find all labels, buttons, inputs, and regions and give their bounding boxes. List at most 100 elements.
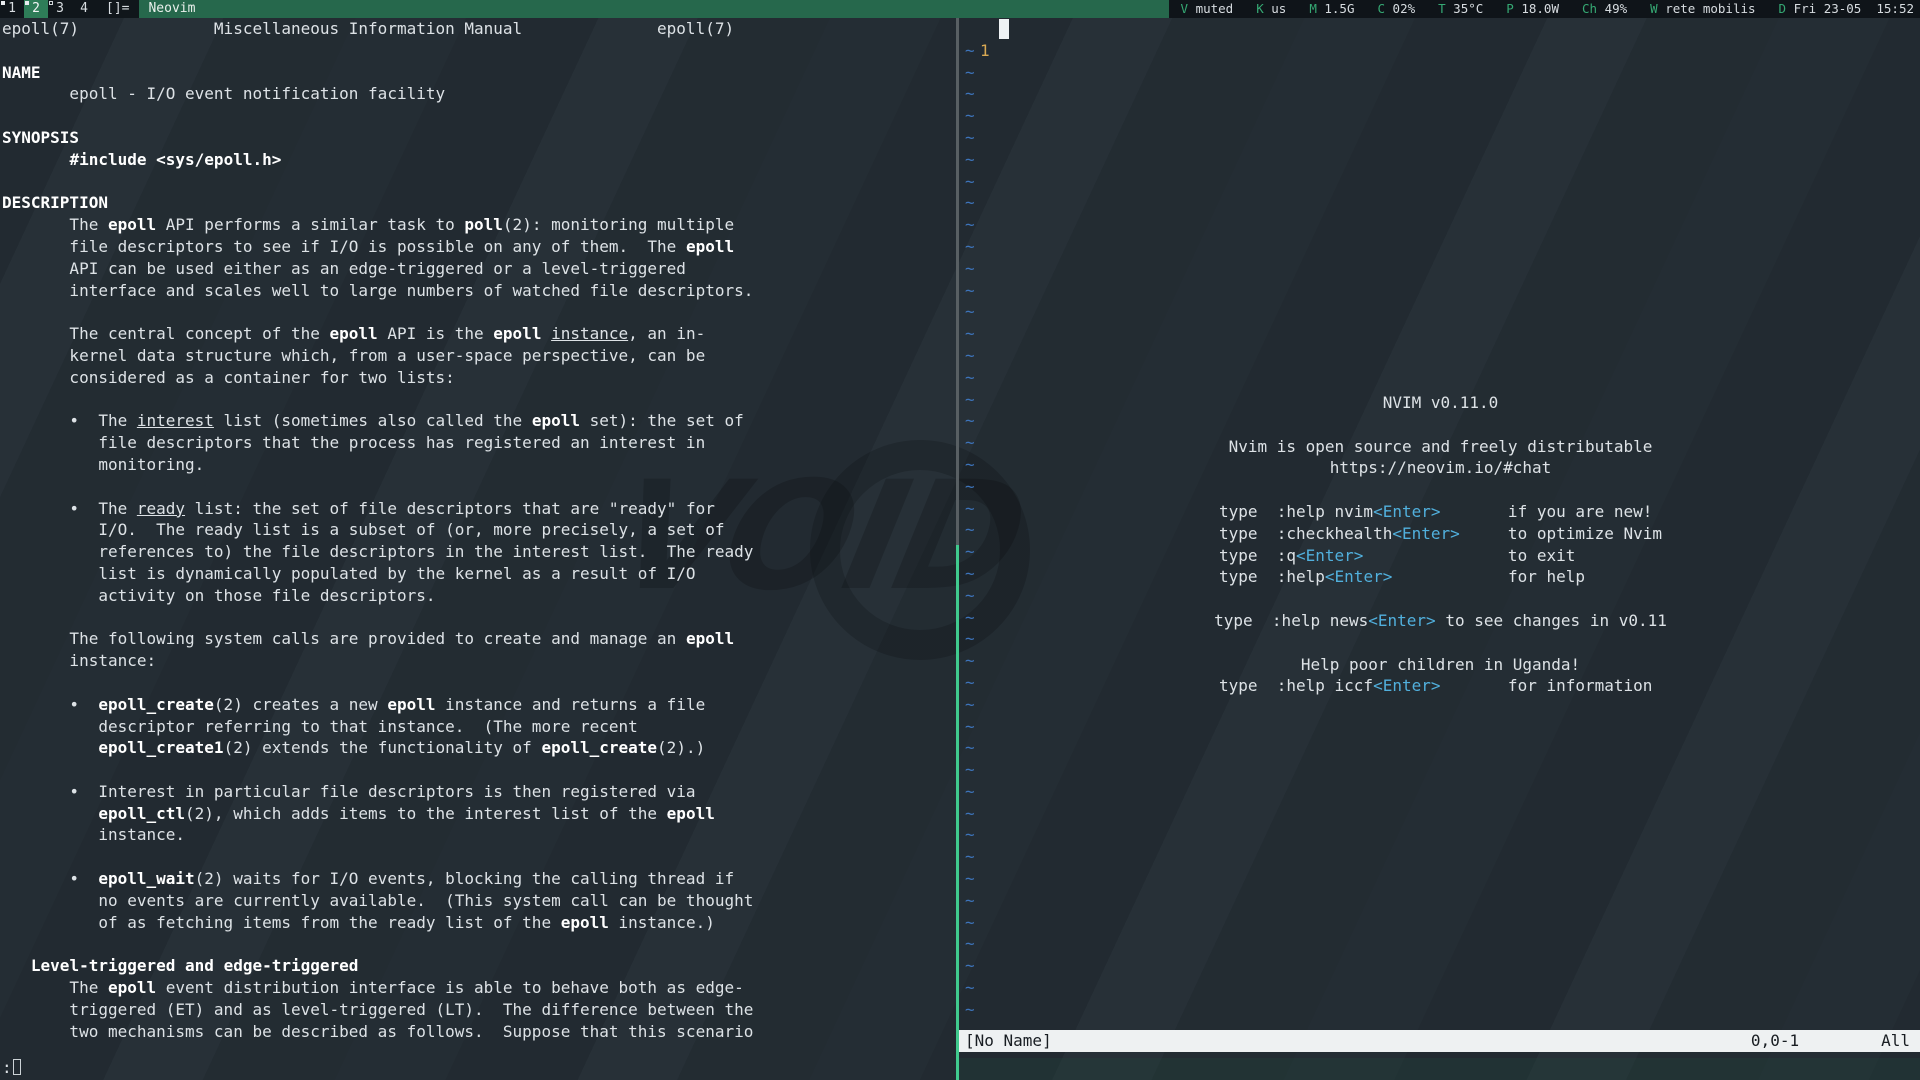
tilde: ~ — [961, 83, 1920, 105]
status-item-v: V muted — [1181, 0, 1234, 18]
man-line — [2, 105, 956, 127]
man-line: epoll_create1(2) extends the functionali… — [2, 737, 956, 759]
status-item-k: K us — [1256, 0, 1286, 18]
tilde: ~ — [961, 345, 1920, 367]
splash-line: type :help<Enter> for help — [961, 566, 1920, 588]
status-bar: 1234 []= Neovim V mutedK usM 1.5GC 02%T … — [0, 0, 1920, 18]
tilde: ~ — [961, 737, 1920, 759]
nvim-statusline: [No Name] 0,0-1 All — [959, 1030, 1920, 1052]
tag-indicator-icon — [49, 1, 53, 5]
splash-line: type :q<Enter> to exit — [961, 545, 1920, 567]
system-status: V mutedK usM 1.5GC 02%T 35°CP 18.0WCh 49… — [1169, 0, 1920, 18]
nvim-cursor — [999, 19, 1009, 39]
man-line — [2, 607, 956, 629]
status-item-m: M 1.5G — [1309, 0, 1354, 18]
buffer-name: [No Name] — [959, 1030, 1052, 1052]
man-line: SYNOPSIS — [2, 127, 956, 149]
man-line: file descriptors that the process has re… — [2, 432, 956, 454]
man-line: no events are currently available. (This… — [2, 890, 956, 912]
man-line: • The ready list: the set of file descri… — [2, 498, 956, 520]
man-line: I/O. The ready list is a subset of (or, … — [2, 519, 956, 541]
tilde: ~ — [961, 846, 1920, 868]
man-line: • epoll_wait(2) waits for I/O events, bl… — [2, 868, 956, 890]
man-line: interface and scales well to large numbe… — [2, 280, 956, 302]
pager-command-line[interactable]: : — [2, 1057, 21, 1079]
man-page-window[interactable]: epoll(7) Miscellaneous Information Manua… — [2, 18, 956, 1080]
tilde: ~ — [961, 933, 1920, 955]
neovim-window[interactable]: 1 ~~~~~~~~~~~~~~~~~~~~~~~~~~~~~~~~~~~~~~… — [961, 18, 1920, 1080]
man-line: The epoll API performs a similar task to… — [2, 214, 956, 236]
man-line: triggered (ET) and as level-triggered (L… — [2, 999, 956, 1021]
buffer-line-1[interactable]: 1 — [961, 18, 1920, 40]
man-line: • Interest in particular file descriptor… — [2, 781, 956, 803]
scroll-indicator: All — [1881, 1030, 1920, 1052]
man-line — [2, 40, 956, 62]
tag-4[interactable]: 4 — [72, 0, 96, 18]
splash-line: Nvim is open source and freely distribut… — [961, 436, 1920, 458]
status-item-ch: Ch 49% — [1582, 0, 1627, 18]
tilde: ~ — [961, 367, 1920, 389]
man-line: • epoll_create(2) creates a new epoll in… — [2, 694, 956, 716]
man-line: Level-triggered and edge-triggered — [2, 955, 956, 977]
workspace-tags: 1234 — [0, 0, 96, 18]
window-separator-bottom — [956, 545, 959, 1080]
man-line: The following system calls are provided … — [2, 628, 956, 650]
splash-line — [961, 479, 1920, 501]
man-line: instance: — [2, 650, 956, 672]
man-line: API can be used either as an edge-trigge… — [2, 258, 956, 280]
line-number: 1 — [980, 40, 990, 62]
window-separator-top — [956, 18, 959, 545]
pager-prompt: : — [2, 1058, 12, 1077]
nvim-splash-screen: NVIM v0.11.0 Nvim is open source and fre… — [961, 392, 1920, 697]
tilde: ~ — [961, 781, 1920, 803]
splash-line: type :help news<Enter> to see changes in… — [961, 610, 1920, 632]
man-line: of as fetching items from the ready list… — [2, 912, 956, 934]
tag-indicator-icon — [1, 1, 5, 5]
man-line: list is dynamically populated by the ker… — [2, 563, 956, 585]
layout-symbol[interactable]: []= — [96, 0, 139, 18]
man-line — [2, 846, 956, 868]
man-line — [2, 301, 956, 323]
tag-1[interactable]: 1 — [0, 0, 24, 18]
man-line: monitoring. — [2, 454, 956, 476]
splash-line: type :checkhealth<Enter> to optimize Nvi… — [961, 523, 1920, 545]
tilde: ~ — [961, 105, 1920, 127]
tilde: ~ — [961, 192, 1920, 214]
status-item-c: C 02% — [1377, 0, 1415, 18]
splash-line: https://neovim.io/#chat — [961, 457, 1920, 479]
man-line — [2, 171, 956, 193]
nvim-message-area — [959, 1058, 1920, 1080]
man-line: DESCRIPTION — [2, 192, 956, 214]
status-item-p: P 18.0W — [1506, 0, 1559, 18]
status-item-d: D Fri 23-05 15:52 — [1779, 0, 1914, 18]
man-line: epoll_ctl(2), which adds items to the in… — [2, 803, 956, 825]
man-line: two mechanisms can be described as follo… — [2, 1021, 956, 1043]
tilde: ~ — [961, 323, 1920, 345]
man-line — [2, 476, 956, 498]
man-line: considered as a container for two lists: — [2, 367, 956, 389]
tilde: ~ — [961, 236, 1920, 258]
tag-2[interactable]: 2 — [24, 0, 48, 18]
tilde: ~ — [961, 759, 1920, 781]
tilde: ~ — [961, 977, 1920, 999]
splash-line — [961, 632, 1920, 654]
tilde: ~ — [961, 824, 1920, 846]
man-line: The central concept of the epoll API is … — [2, 323, 956, 345]
tilde: ~ — [961, 258, 1920, 280]
tilde: ~ — [961, 803, 1920, 825]
man-line — [2, 759, 956, 781]
splash-line: type :help iccf<Enter> for information — [961, 675, 1920, 697]
tilde: ~ — [961, 171, 1920, 193]
tilde: ~ — [961, 127, 1920, 149]
man-line — [2, 933, 956, 955]
tilde: ~ — [961, 40, 1920, 62]
tag-3[interactable]: 3 — [48, 0, 72, 18]
focused-window-title: Neovim — [139, 0, 1168, 18]
tilde: ~ — [961, 868, 1920, 890]
man-line: NAME — [2, 62, 956, 84]
tilde: ~ — [961, 955, 1920, 977]
splash-line — [961, 414, 1920, 436]
man-line: • The interest list (sometimes also call… — [2, 410, 956, 432]
man-line: The epoll event distribution interface i… — [2, 977, 956, 999]
splash-line: NVIM v0.11.0 — [961, 392, 1920, 414]
